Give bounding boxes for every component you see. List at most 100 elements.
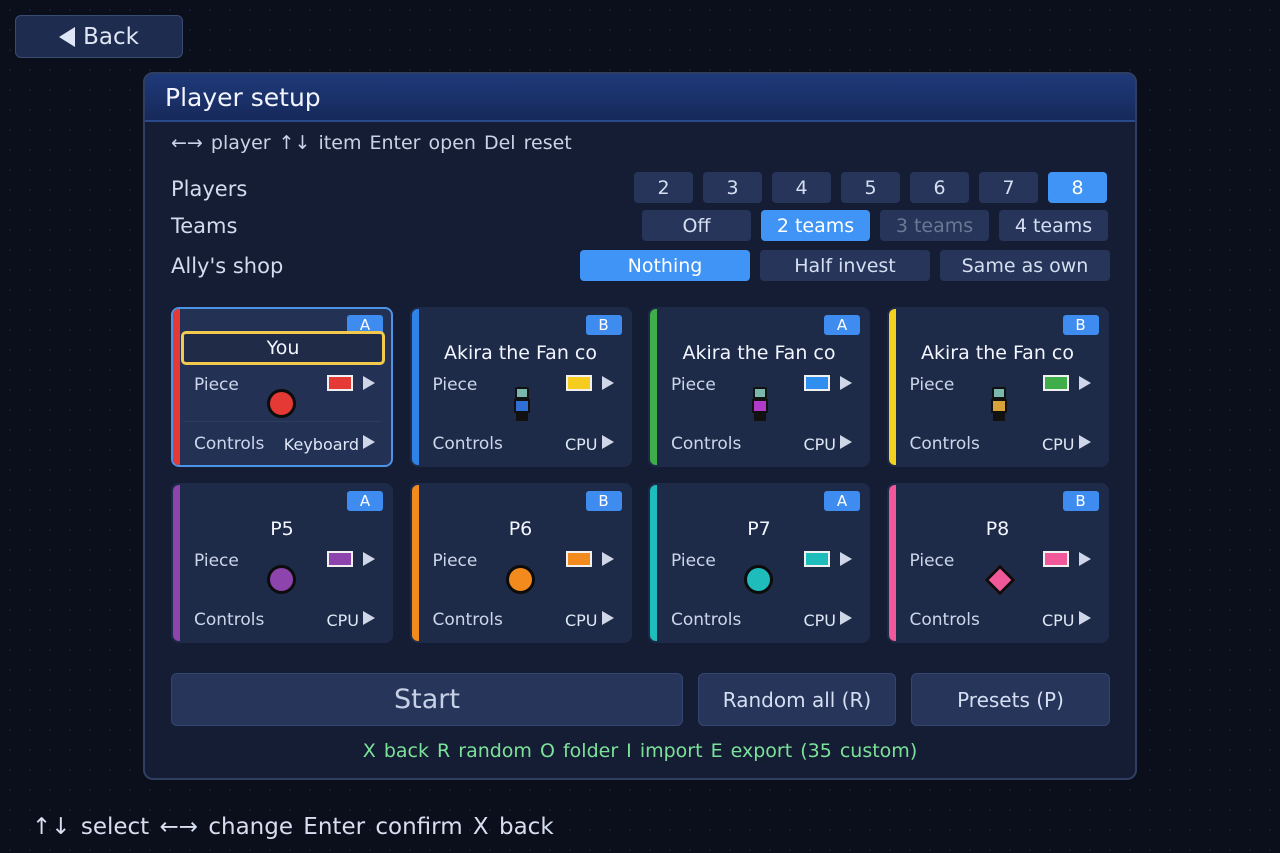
next-color-arrow-icon[interactable] xyxy=(1078,376,1091,390)
next-controls-arrow-icon[interactable] xyxy=(1078,611,1091,625)
piece-label: Piece xyxy=(194,375,239,395)
panel-title: Player setup xyxy=(165,82,321,112)
color-swatch[interactable] xyxy=(804,551,830,567)
player-card[interactable]: B Akira the Fan co Piece Controls CPU xyxy=(886,307,1109,467)
teams-options: Off 2 teams 3 teams 4 teams xyxy=(642,210,1108,241)
random-all-button[interactable]: Random all (R) xyxy=(698,673,896,726)
controls-value[interactable]: CPU xyxy=(803,435,836,454)
shop-option[interactable]: Same as own xyxy=(940,250,1110,281)
players-option[interactable]: 6 xyxy=(910,172,969,203)
next-color-arrow-icon[interactable] xyxy=(1078,552,1091,566)
controls-value[interactable]: CPU xyxy=(326,611,359,630)
piece-label: Piece xyxy=(432,375,478,395)
players-option[interactable]: 4 xyxy=(772,172,831,203)
piece-label: Piece xyxy=(194,551,239,571)
next-color-arrow-icon[interactable] xyxy=(840,552,852,566)
next-color-arrow-icon[interactable] xyxy=(840,376,852,390)
piece-icon xyxy=(513,387,530,421)
player-card[interactable]: B Akira the Fan co Piece Controls CPU xyxy=(409,307,632,467)
color-swatch[interactable] xyxy=(565,375,592,391)
next-color-arrow-icon[interactable] xyxy=(601,376,614,390)
next-controls-arrow-icon[interactable] xyxy=(601,435,614,449)
player-name-field[interactable]: P6 xyxy=(422,513,620,545)
back-arrow-icon xyxy=(59,26,76,47)
color-swatch[interactable] xyxy=(804,375,830,391)
piece-icon xyxy=(267,389,296,418)
piece-icon xyxy=(505,565,535,594)
controls-label: Controls xyxy=(909,434,980,454)
next-color-arrow-icon[interactable] xyxy=(363,552,375,566)
player-name-field[interactable]: P7 xyxy=(660,513,858,545)
player-name-field[interactable]: You xyxy=(181,331,385,365)
start-button[interactable]: Start xyxy=(171,673,683,726)
shortcut-hint: X back R random O folder I import E expo… xyxy=(362,740,918,762)
next-color-arrow-icon[interactable] xyxy=(601,552,614,566)
controls-value[interactable]: CPU xyxy=(1042,611,1075,630)
team-color-stripe xyxy=(173,485,180,641)
players-option[interactable]: 3 xyxy=(703,172,762,203)
piece-label: Piece xyxy=(671,375,716,395)
color-swatch[interactable] xyxy=(1042,551,1069,567)
color-swatch[interactable] xyxy=(327,551,353,567)
team-badge: B xyxy=(585,315,622,335)
panel-header: Player setup xyxy=(145,74,1135,122)
controls-value[interactable]: CPU xyxy=(565,435,598,454)
players-option[interactable]: 7 xyxy=(979,172,1038,203)
next-controls-arrow-icon[interactable] xyxy=(840,435,852,449)
player-card[interactable]: A P5 Piece Controls CPU xyxy=(171,483,393,643)
next-color-arrow-icon[interactable] xyxy=(363,376,375,390)
piece-icon xyxy=(990,387,1007,421)
piece-icon xyxy=(744,565,773,594)
next-controls-arrow-icon[interactable] xyxy=(840,611,852,625)
players-option[interactable]: 5 xyxy=(841,172,900,203)
player-card[interactable]: A P7 Piece Controls CPU xyxy=(648,483,870,643)
teams-option[interactable]: Off xyxy=(642,210,751,241)
controls-label: Controls xyxy=(194,610,265,630)
next-controls-arrow-icon[interactable] xyxy=(363,611,375,625)
next-controls-arrow-icon[interactable] xyxy=(363,435,375,449)
allys-shop-options: Nothing Half invest Same as own xyxy=(580,250,1110,281)
teams-option[interactable]: 3 teams xyxy=(880,210,989,241)
teams-option[interactable]: 4 teams xyxy=(999,210,1108,241)
team-badge: A xyxy=(347,491,383,511)
team-color-stripe xyxy=(411,309,419,465)
players-label: Players xyxy=(171,177,248,201)
color-swatch[interactable] xyxy=(1042,375,1069,391)
player-card[interactable]: A Akira the Fan co Piece Controls CPU xyxy=(648,307,870,467)
team-color-stripe xyxy=(888,309,896,465)
piece-label: Piece xyxy=(671,551,716,571)
divider xyxy=(183,421,381,422)
presets-button[interactable]: Presets (P) xyxy=(911,673,1110,726)
teams-option[interactable]: 2 teams xyxy=(761,210,870,241)
player-name-field[interactable]: Akira the Fan co xyxy=(899,337,1097,369)
piece-icon xyxy=(267,565,296,594)
player-card[interactable]: B P8 Piece Controls CPU xyxy=(886,483,1109,643)
controls-value[interactable]: CPU xyxy=(1042,435,1075,454)
players-option[interactable]: 2 xyxy=(634,172,693,203)
controls-value[interactable]: Keyboard xyxy=(284,435,359,454)
allys-shop-label: Ally's shop xyxy=(171,254,284,278)
back-button[interactable]: Back xyxy=(15,15,183,58)
player-card[interactable]: A You Piece Controls Keyboard xyxy=(171,307,393,467)
player-name-field[interactable]: Akira the Fan co xyxy=(422,337,620,369)
controls-value[interactable]: CPU xyxy=(565,611,598,630)
back-label: Back xyxy=(83,23,139,50)
piece-label: Piece xyxy=(909,375,955,395)
color-swatch[interactable] xyxy=(565,551,592,567)
player-name-field[interactable]: Akira the Fan co xyxy=(660,337,858,369)
player-name-field[interactable]: P8 xyxy=(899,513,1097,545)
shop-option[interactable]: Nothing xyxy=(580,250,750,281)
controls-value[interactable]: CPU xyxy=(803,611,836,630)
piece-label: Piece xyxy=(909,551,955,571)
players-option[interactable]: 8 xyxy=(1048,172,1107,203)
team-color-stripe xyxy=(173,309,180,465)
player-card[interactable]: B P6 Piece Controls CPU xyxy=(409,483,632,643)
next-controls-arrow-icon[interactable] xyxy=(1078,435,1091,449)
player-name-field[interactable]: P5 xyxy=(183,513,381,545)
color-swatch[interactable] xyxy=(327,375,353,391)
shop-option[interactable]: Half invest xyxy=(760,250,930,281)
team-badge: B xyxy=(1062,315,1099,335)
player-setup-panel: Player setup ←→ player ↑↓ item Enter ope… xyxy=(143,72,1137,780)
next-controls-arrow-icon[interactable] xyxy=(601,611,614,625)
teams-label: Teams xyxy=(171,214,238,238)
